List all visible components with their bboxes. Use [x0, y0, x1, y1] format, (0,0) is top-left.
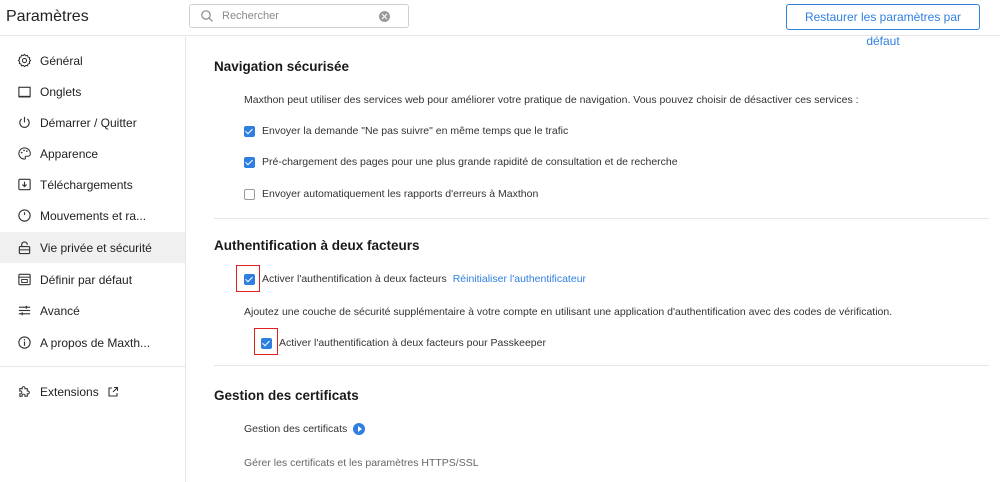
option-two-factor-enable[interactable]: Activer l'authentification à deux facteu… — [244, 273, 586, 285]
lock-icon — [17, 240, 32, 255]
external-link-icon — [107, 386, 119, 398]
section-title-two-factor: Authentification à deux facteurs — [214, 238, 420, 253]
download-icon — [17, 177, 32, 192]
option-error-reports[interactable]: Envoyer automatiquement les rapports d'e… — [244, 188, 538, 200]
sidebar-item-label: Apparence — [40, 146, 99, 161]
sidebar-item-label: A propos de Maxth... — [40, 335, 151, 350]
sidebar-item-label: Onglets — [40, 84, 82, 99]
palette-icon — [17, 146, 32, 161]
section-title-certificates: Gestion des certificats — [214, 388, 359, 403]
open-arrow-icon[interactable] — [353, 423, 366, 435]
info-icon — [17, 335, 32, 350]
sidebar-item-advanced[interactable]: Avancé — [0, 295, 185, 326]
section-title-safe-browsing: Navigation sécurisée — [214, 59, 350, 74]
checkbox-checked-icon[interactable] — [244, 273, 255, 285]
checkbox-unchecked-icon[interactable] — [244, 188, 255, 200]
main-content: Navigation sécurisée Maxthon peut utilis… — [187, 37, 1000, 482]
certificates-description: Gérer les certificats et les paramètres … — [244, 457, 479, 469]
manage-certificates-link[interactable]: Gestion des certificats — [244, 423, 366, 435]
mouse-icon — [17, 208, 32, 223]
option-two-factor-passkeeper[interactable]: Activer l'authentification à deux facteu… — [261, 337, 546, 349]
sidebar-item-downloads[interactable]: Téléchargements — [0, 169, 185, 200]
checkbox-checked-icon[interactable] — [261, 337, 272, 349]
clear-search-icon[interactable] — [379, 11, 390, 22]
restore-defaults-button[interactable]: Restaurer les paramètres par défaut — [786, 4, 980, 48]
power-icon — [17, 115, 32, 130]
search-icon — [200, 9, 214, 23]
option-label: Activer l'authentification à deux facteu… — [262, 273, 447, 285]
sidebar-item-privacy[interactable]: Vie privée et sécurité — [0, 232, 185, 263]
sidebar-item-default-browser[interactable]: Définir par défaut — [0, 264, 185, 295]
sidebar-item-about[interactable]: A propos de Maxth... — [0, 327, 185, 358]
option-label: Envoyer automatiquement les rapports d'e… — [262, 188, 539, 200]
sidebar-item-label: Mouvements et ra... — [40, 208, 147, 223]
browser-icon — [17, 272, 32, 287]
sidebar-item-appearance[interactable]: Apparence — [0, 138, 185, 169]
sidebar-item-startup[interactable]: Démarrer / Quitter — [0, 107, 185, 138]
puzzle-icon — [17, 384, 32, 399]
option-label: Envoyer la demande "Ne pas suivre" en mê… — [262, 125, 569, 137]
sidebar-divider — [0, 366, 185, 367]
sidebar-item-general[interactable]: Général — [0, 45, 185, 76]
sidebar-item-label: Téléchargements — [40, 177, 133, 192]
section-divider — [214, 218, 989, 219]
sidebar: Général Onglets Démarrer / Quitter Appar… — [0, 37, 186, 482]
sidebar-item-gestures[interactable]: Mouvements et ra... — [0, 200, 185, 231]
tab-icon — [17, 84, 32, 99]
sidebar-item-label: Avancé — [40, 303, 80, 318]
sidebar-item-label: Démarrer / Quitter — [40, 115, 137, 130]
sidebar-item-label: Général — [40, 53, 83, 68]
checkbox-checked-icon[interactable] — [244, 125, 255, 137]
option-do-not-track[interactable]: Envoyer la demande "Ne pas suivre" en mê… — [244, 125, 568, 137]
checkbox-checked-icon[interactable] — [244, 156, 255, 168]
two-factor-description: Ajoutez une couche de sécurité supplémen… — [244, 306, 893, 318]
sidebar-item-extensions[interactable]: Extensions — [0, 376, 185, 407]
sidebar-item-tabs[interactable]: Onglets — [0, 76, 185, 107]
gear-icon — [17, 53, 32, 68]
section-divider — [214, 365, 989, 366]
manage-certificates-label: Gestion des certificats — [244, 423, 348, 435]
sidebar-item-label: Extensions — [40, 384, 99, 399]
safe-browsing-description: Maxthon peut utiliser des services web p… — [244, 94, 859, 106]
search-input[interactable] — [222, 7, 372, 25]
option-preload-pages[interactable]: Pré-chargement des pages pour une plus g… — [244, 156, 678, 168]
option-label: Activer l'authentification à deux facteu… — [279, 337, 546, 349]
sidebar-item-label: Définir par défaut — [40, 272, 133, 287]
sliders-icon — [17, 303, 32, 318]
reset-authenticator-link[interactable]: Réinitialiser l'authentificateur — [453, 273, 586, 285]
page-title: Paramètres — [6, 8, 89, 25]
search-box[interactable] — [189, 4, 409, 28]
option-label: Pré-chargement des pages pour une plus g… — [262, 156, 678, 168]
top-bar: Paramètres Restaurer les paramètres par … — [0, 0, 1000, 48]
sidebar-item-label: Vie privée et sécurité — [40, 240, 152, 255]
